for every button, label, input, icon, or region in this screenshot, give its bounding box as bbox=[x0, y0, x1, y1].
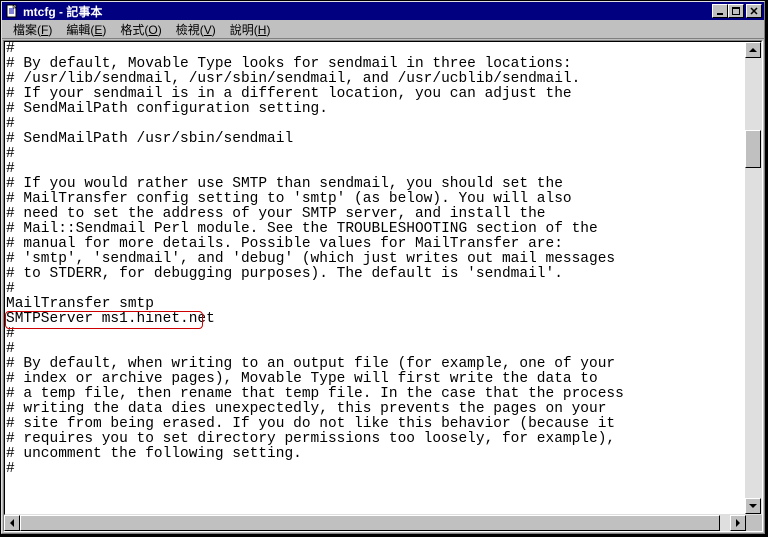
hscroll-track[interactable] bbox=[20, 515, 730, 531]
titlebar: mtcfg - 記事本 bbox=[2, 2, 764, 20]
maximize-button[interactable] bbox=[728, 4, 744, 18]
close-button[interactable] bbox=[746, 4, 762, 18]
menu-view[interactable]: 檢視(V) bbox=[169, 20, 223, 39]
text-content[interactable]: # # By default, Movable Type looks for s… bbox=[5, 42, 745, 477]
horizontal-scrollbar[interactable] bbox=[4, 515, 746, 531]
resize-grip[interactable] bbox=[746, 515, 762, 531]
menu-format[interactable]: 格式(O) bbox=[113, 20, 168, 39]
scroll-down-button[interactable] bbox=[745, 498, 761, 514]
menu-file[interactable]: 檔案(F) bbox=[6, 20, 59, 39]
arrow-left-icon bbox=[10, 519, 14, 527]
arrow-up-icon bbox=[749, 48, 757, 52]
client-area: # # By default, Movable Type looks for s… bbox=[3, 40, 763, 532]
vertical-scrollbar[interactable] bbox=[745, 42, 761, 514]
menu-edit[interactable]: 編輯(E) bbox=[59, 20, 113, 39]
scroll-right-button[interactable] bbox=[730, 515, 746, 531]
menu-help[interactable]: 說明(H) bbox=[223, 20, 278, 39]
menubar: 檔案(F) 編輯(E) 格式(O) 檢視(V) 說明(H) bbox=[2, 20, 764, 39]
arrow-right-icon bbox=[736, 519, 740, 527]
vscroll-thumb[interactable] bbox=[745, 130, 761, 168]
scroll-up-button[interactable] bbox=[745, 42, 761, 58]
scroll-left-button[interactable] bbox=[4, 515, 20, 531]
window-title: mtcfg - 記事本 bbox=[23, 3, 712, 20]
window-controls bbox=[712, 4, 762, 18]
vscroll-track[interactable] bbox=[745, 58, 761, 498]
window-inner: mtcfg - 記事本 檔案(F) 編輯(E) 格式(O) 檢視(V) 說明(H… bbox=[1, 1, 765, 534]
notepad-icon bbox=[4, 3, 20, 19]
hscroll-thumb[interactable] bbox=[20, 515, 720, 531]
text-area[interactable]: # # By default, Movable Type looks for s… bbox=[5, 42, 745, 514]
minimize-button[interactable] bbox=[712, 4, 728, 18]
app-window: mtcfg - 記事本 檔案(F) 編輯(E) 格式(O) 檢視(V) 說明(H… bbox=[0, 0, 766, 535]
arrow-down-icon bbox=[749, 504, 757, 508]
